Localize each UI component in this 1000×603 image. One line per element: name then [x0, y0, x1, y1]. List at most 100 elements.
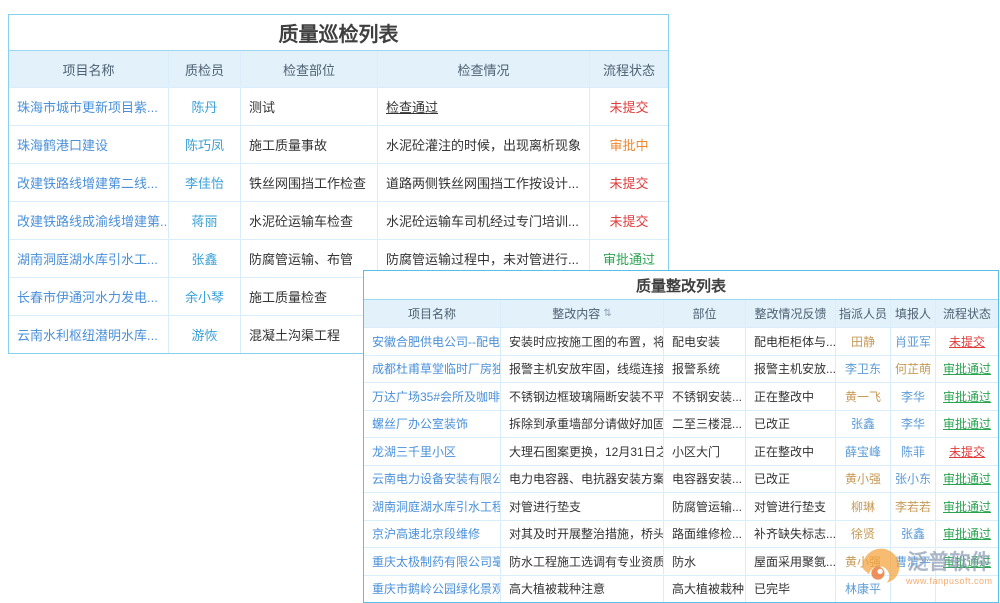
column-header-project[interactable]: 项目名称 [9, 51, 169, 87]
cell-project-name[interactable]: 龙湖三千里小区 [364, 438, 501, 465]
cell-process-status[interactable]: 未提交 [936, 438, 998, 465]
column-header-label: 项目名称 [408, 305, 456, 322]
cell-process-status[interactable]: 未提交 [590, 164, 668, 201]
column-header-reporter[interactable]: 填报人 [891, 300, 936, 327]
cell-process-status[interactable]: 未提交 [590, 88, 668, 125]
cell-rectify-content: 电力电容器、电抗器安装方案... [501, 466, 664, 493]
cell-project-name[interactable]: 改建铁路线成渝线增建第... [9, 202, 169, 239]
cell-assignee: 柳琳 [836, 493, 891, 520]
table-row[interactable]: 珠海市城市更新项目紫...陈丹测试检查通过未提交 [9, 87, 668, 125]
cell-project-name[interactable]: 珠海市城市更新项目紫... [9, 88, 169, 125]
cell-project-name[interactable]: 长春市伊通河水力发电... [9, 278, 169, 315]
cell-feedback: 已完毕 [746, 576, 836, 603]
table-row[interactable]: 云南电力设备安装有限公司20...电力电容器、电抗器安装方案...电容器安装..… [364, 465, 998, 493]
cell-process-status[interactable]: 审批通过 [936, 383, 998, 410]
cell-feedback: 补齐缺失标志... [746, 521, 836, 548]
cell-process-status[interactable]: 审批通过 [936, 411, 998, 438]
cell-project-name[interactable]: 云南水利枢纽潜明水库... [9, 316, 169, 353]
cell-process-status[interactable]: 审批通过 [936, 466, 998, 493]
cell-project-name[interactable]: 万达广场35#会所及咖啡厅空... [364, 383, 501, 410]
watermark: 泛普软件 www.fanpusoft.com [860, 546, 993, 588]
cell-inspector: 蒋丽 [169, 202, 241, 239]
cell-process-status[interactable]: 审批中 [590, 126, 668, 163]
watermark-url: www.fanpusoft.com [906, 576, 993, 586]
cell-feedback: 已改正 [746, 466, 836, 493]
cell-project-name[interactable]: 云南电力设备安装有限公司20... [364, 466, 501, 493]
cell-project-name[interactable]: 改建铁路线增建第二线... [9, 164, 169, 201]
table-row[interactable]: 珠海鹤港口建设陈巧凤施工质量事故水泥砼灌注的时候，出现离析现象审批中 [9, 125, 668, 163]
cell-reporter: 李若若 [891, 493, 936, 520]
cell-reporter: 李华 [891, 411, 936, 438]
column-header-label: 填报人 [895, 305, 931, 322]
column-header-part[interactable]: 部位 [664, 300, 746, 327]
column-header-situation[interactable]: 检查情况 [378, 51, 590, 87]
sort-icon[interactable]: ⇅ [603, 308, 611, 319]
cell-reporter: 张小东 [891, 466, 936, 493]
cell-inspector: 游恢 [169, 316, 241, 353]
table-row[interactable]: 龙湖三千里小区大理石图案更换，12月31日之...小区大门正在整改中薛宝峰陈菲未… [364, 437, 998, 465]
column-header-label: 质检员 [185, 60, 224, 79]
cell-process-status[interactable]: 审批通过 [936, 493, 998, 520]
cell-rectify-content: 对管进行垫支 [501, 493, 664, 520]
cell-inspector: 李佳怡 [169, 164, 241, 201]
column-header-part[interactable]: 检查部位 [241, 51, 378, 87]
cell-inspection-part: 防腐管运输、布管 [241, 240, 378, 277]
cell-process-status[interactable]: 未提交 [936, 328, 998, 355]
table-row[interactable]: 安徽合肥供电公司--配电设备...安装时应按施工图的布置，将...配电安装配电柜… [364, 327, 998, 355]
table-row[interactable]: 京沪高速北京段维修对其及时开展整治措施，桥头...路面维修检...补齐缺失标志.… [364, 520, 998, 548]
cell-project-name[interactable]: 湖南洞庭湖水库引水工程施工标 [364, 493, 501, 520]
cell-feedback: 正在整改中 [746, 383, 836, 410]
cell-part: 路面维修检... [664, 521, 746, 548]
cell-inspection-situation: 水泥砼运输车司机经过专门培训... [378, 202, 590, 239]
cell-project-name[interactable]: 珠海鹤港口建设 [9, 126, 169, 163]
cell-project-name[interactable]: 重庆太极制药有限公司毫州中... [364, 548, 501, 575]
table-row[interactable]: 螺丝厂办公室装饰拆除到承重墙部分请做好加固...二至三楼混...已改正张鑫李华审… [364, 410, 998, 438]
cell-project-name[interactable]: 安徽合肥供电公司--配电设备... [364, 328, 501, 355]
inspection-table-header-row: 项目名称质检员检查部位检查情况流程状态 [9, 51, 668, 87]
table-row[interactable]: 改建铁路线成渝线增建第...蒋丽水泥砼运输车检查水泥砼运输车司机经过专门培训..… [9, 201, 668, 239]
cell-process-status[interactable]: 未提交 [590, 202, 668, 239]
cell-feedback: 对管进行垫支 [746, 493, 836, 520]
cell-feedback: 屋面采用聚氨... [746, 548, 836, 575]
watermark-brand: 泛普软件 [907, 550, 991, 576]
cell-feedback: 配电柜柜体与... [746, 328, 836, 355]
cell-part: 高大植被栽种 [664, 576, 746, 603]
table-row[interactable]: 湖南洞庭湖水库引水工程施工标对管进行垫支防腐管运输...对管进行垫支柳琳李若若审… [364, 492, 998, 520]
cell-project-name[interactable]: 湖南洞庭湖水库引水工... [9, 240, 169, 277]
column-header-label: 部位 [692, 305, 716, 322]
cell-part: 报警系统 [664, 356, 746, 383]
cell-reporter: 李华 [891, 383, 936, 410]
cell-rectify-content: 大理石图案更换，12月31日之... [501, 438, 664, 465]
cell-reporter: 肖亚军 [891, 328, 936, 355]
cell-rectify-content: 报警主机安放牢固，线缆连接... [501, 356, 664, 383]
cell-inspector: 陈丹 [169, 88, 241, 125]
table-row[interactable]: 成都杜甫草堂临时厂房独立展...报警主机安放牢固，线缆连接...报警系统报警主机… [364, 355, 998, 383]
column-header-status[interactable]: 流程状态 [936, 300, 998, 327]
cell-inspection-part: 水泥砼运输车检查 [241, 202, 378, 239]
column-header-label: 整改情况反馈 [754, 305, 826, 322]
cell-inspection-situation[interactable]: 检查通过 [378, 88, 590, 125]
cell-feedback: 已改正 [746, 411, 836, 438]
column-header-inspector[interactable]: 质检员 [169, 51, 241, 87]
cell-inspection-situation: 水泥砼灌注的时候，出现离析现象 [378, 126, 590, 163]
table-row[interactable]: 万达广场35#会所及咖啡厅空...不锈钢边框玻璃隔断安装不平...不锈钢安装..… [364, 382, 998, 410]
cell-project-name[interactable]: 京沪高速北京段维修 [364, 521, 501, 548]
cell-process-status[interactable]: 审批通过 [936, 521, 998, 548]
rectification-table-title: 质量整改列表 [364, 271, 998, 300]
cell-inspection-part: 施工质量检查 [241, 278, 378, 315]
cell-rectify-content: 高大植被栽种注意 [501, 576, 664, 603]
column-header-project[interactable]: 项目名称 [364, 300, 501, 327]
column-header-feedback[interactable]: 整改情况反馈 [746, 300, 836, 327]
cell-project-name[interactable]: 成都杜甫草堂临时厂房独立展... [364, 356, 501, 383]
cell-process-status[interactable]: 审批通过 [936, 356, 998, 383]
cell-part: 电容器安装... [664, 466, 746, 493]
column-header-assignee[interactable]: 指派人员 [836, 300, 891, 327]
column-header-content[interactable]: 整改内容⇅ [501, 300, 664, 327]
table-row[interactable]: 改建铁路线增建第二线...李佳怡铁丝网围挡工作检查道路两侧铁丝网围挡工作按设计.… [9, 163, 668, 201]
cell-assignee: 李卫东 [836, 356, 891, 383]
rectification-table-header-row: 项目名称 整改内容⇅ 部位 整改情况反馈指派人员填报人流程状态 [364, 300, 998, 327]
column-header-status[interactable]: 流程状态 [590, 51, 668, 87]
cell-project-name[interactable]: 螺丝厂办公室装饰 [364, 411, 501, 438]
cell-project-name[interactable]: 重庆市鹅岭公园绿化景观提升... [364, 576, 501, 603]
cell-reporter: 张鑫 [891, 521, 936, 548]
